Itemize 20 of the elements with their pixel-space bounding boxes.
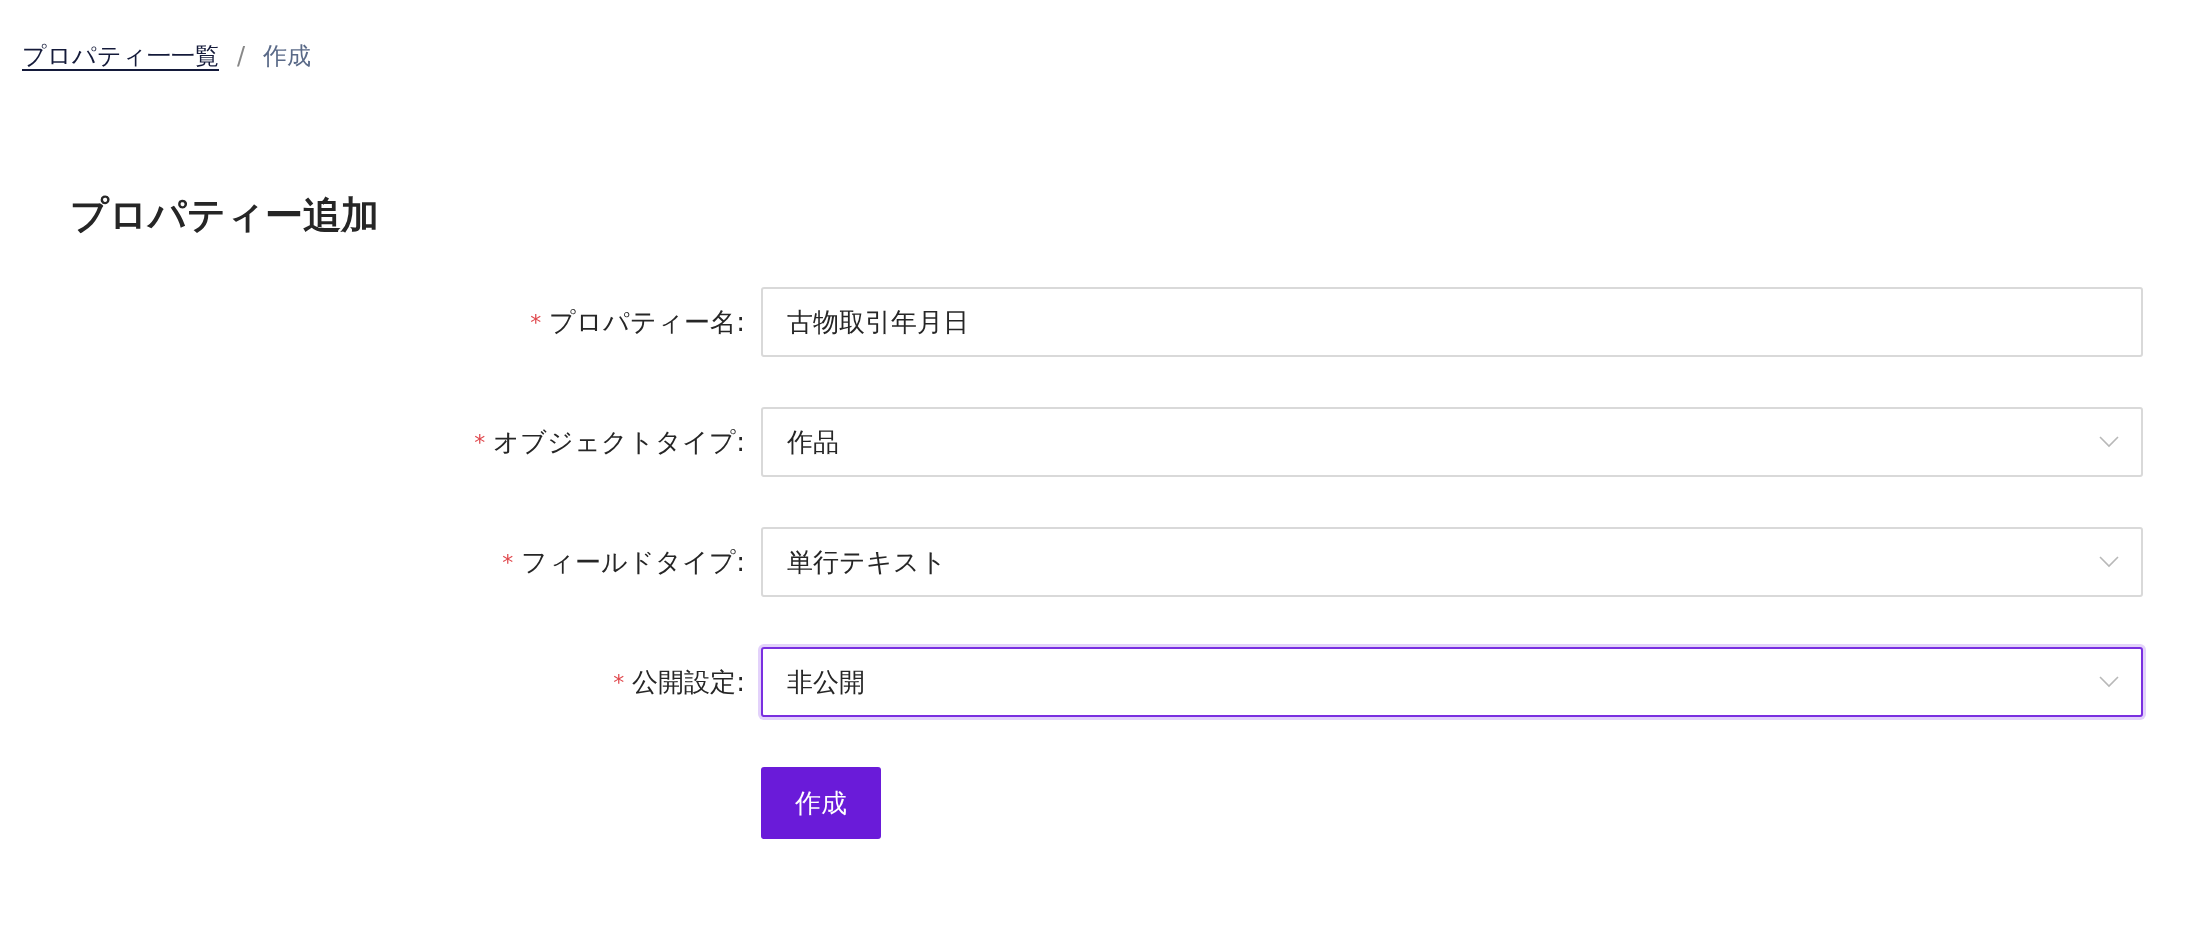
required-mark: * <box>613 669 625 695</box>
breadcrumb-separator: / <box>237 42 246 70</box>
field-label: 公開設定: <box>632 665 745 699</box>
required-mark: * <box>502 549 514 575</box>
text-input-field[interactable]: 古物取引年月日 <box>761 287 2143 357</box>
create-button[interactable]: 作成 <box>761 767 881 839</box>
breadcrumb-current: 作成 <box>263 41 312 72</box>
required-mark: * <box>530 309 542 335</box>
page-title: プロパティー追加 <box>70 192 380 239</box>
field-label: プロパティー名: <box>549 305 745 339</box>
chevron-down-icon <box>2099 676 2119 688</box>
select-field[interactable]: 非公開 <box>761 647 2143 717</box>
required-mark: * <box>474 429 486 455</box>
chevron-down-icon <box>2099 436 2119 448</box>
select-field[interactable]: 作品 <box>761 407 2143 477</box>
select-field[interactable]: 単行テキスト <box>761 527 2143 597</box>
breadcrumb-link[interactable]: プロパティ一一覧 <box>22 40 219 72</box>
field-label: フィールドタイプ: <box>521 545 745 579</box>
field-label: オブジェクトタイプ: <box>493 425 745 459</box>
chevron-down-icon <box>2099 556 2119 568</box>
